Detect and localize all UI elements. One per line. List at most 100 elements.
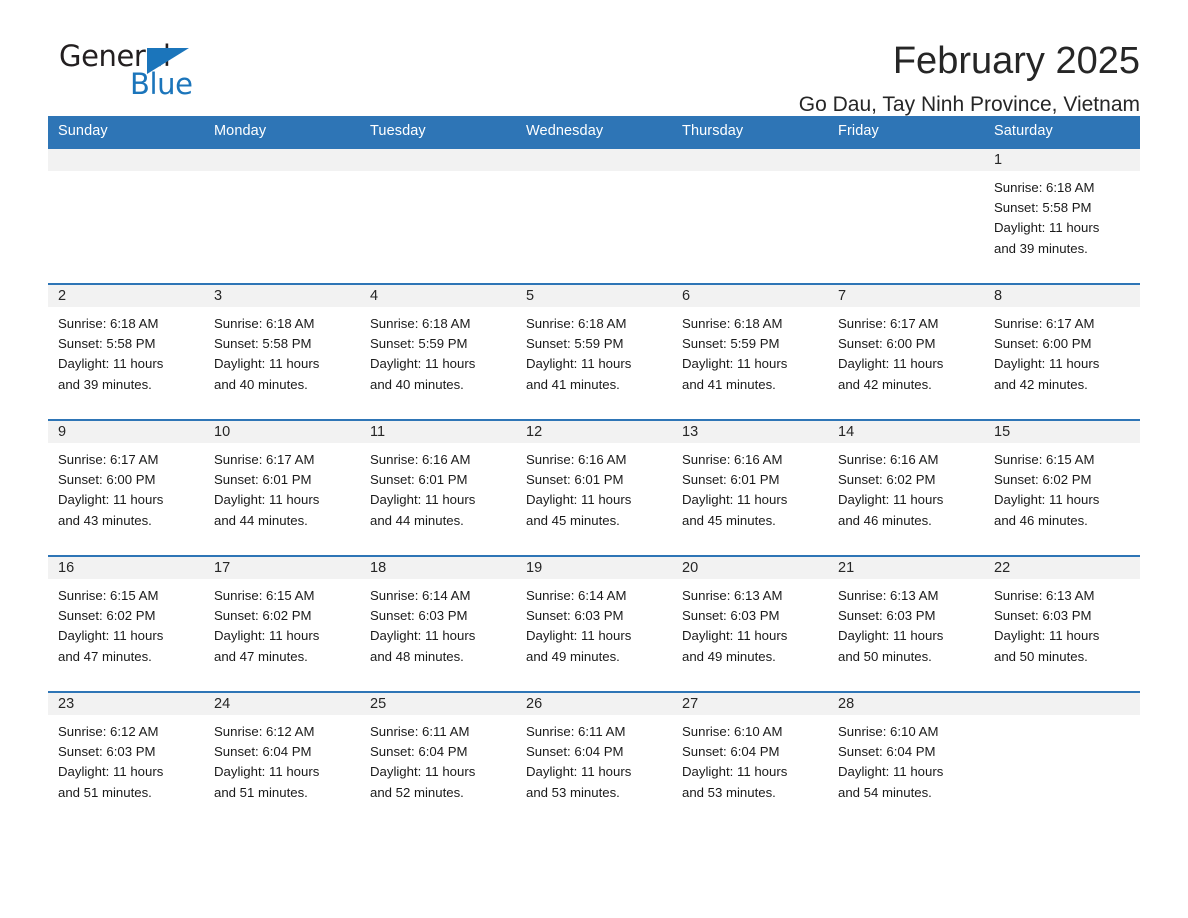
daylight-text-line2: and 41 minutes. <box>682 376 776 392</box>
calendar-cell[interactable]: 10 Sunrise: 6:17 AM Sunset: 6:01 PM Dayligh… <box>204 420 360 556</box>
calendar-cell[interactable]: 1 Sunrise: 6:18 AM Sunset: 5:58 PM Daylight… <box>984 148 1140 284</box>
day-number <box>984 693 1140 715</box>
day-number: 27 <box>672 693 828 715</box>
page-header: General Blue February 2025 Go Dau, Tay N… <box>48 0 1140 116</box>
calendar-cell[interactable]: 13 Sunrise: 6:16 AM Sunset: 6:01 PM Dayligh… <box>672 420 828 556</box>
day-number: 7 <box>828 285 984 307</box>
day-cell: 27 Sunrise: 6:10 AM Sunset: 6:04 PM Dayligh… <box>672 693 828 827</box>
daylight-text-line2: and 45 minutes. <box>682 512 776 528</box>
day-number <box>360 149 516 171</box>
daylight-text-line2: and 44 minutes. <box>214 512 308 528</box>
calendar-cell[interactable]: 17 Sunrise: 6:15 AM Sunset: 6:02 PM Dayligh… <box>204 556 360 692</box>
day-details: Sunrise: 6:18 AM Sunset: 5:59 PM Daylight:… <box>672 307 828 395</box>
sunrise-text: Sunrise: 6:13 AM <box>682 588 783 603</box>
sunrise-text: Sunrise: 6:16 AM <box>682 452 783 467</box>
calendar-cell[interactable]: 20 Sunrise: 6:13 AM Sunset: 6:03 PM Dayligh… <box>672 556 828 692</box>
calendar-week-row: 16 Sunrise: 6:15 AM Sunset: 6:02 PM Dayligh… <box>48 556 1140 692</box>
day-number <box>204 149 360 171</box>
day-number: 16 <box>48 557 204 579</box>
day-details: Sunrise: 6:18 AM Sunset: 5:58 PM Daylight:… <box>48 307 204 395</box>
daylight-text-line1: Daylight: 11 hours <box>214 492 320 508</box>
sunset-text: Sunset: 6:01 PM <box>682 472 780 488</box>
calendar-cell[interactable]: 18 Sunrise: 6:14 AM Sunset: 6:03 PM Dayligh… <box>360 556 516 692</box>
day-cell-empty <box>828 149 984 283</box>
day-details: Sunrise: 6:18 AM Sunset: 5:59 PM Daylight:… <box>360 307 516 395</box>
day-number: 26 <box>516 693 672 715</box>
day-number: 6 <box>672 285 828 307</box>
sunrise-text: Sunrise: 6:17 AM <box>58 452 159 467</box>
day-number: 9 <box>48 421 204 443</box>
calendar-cell[interactable]: 4 Sunrise: 6:18 AM Sunset: 5:59 PM Daylight… <box>360 284 516 420</box>
daylight-text-line2: and 42 minutes. <box>994 376 1088 392</box>
day-cell-empty <box>984 693 1140 827</box>
daylight-text-line2: and 49 minutes. <box>682 648 776 664</box>
sunset-text: Sunset: 6:01 PM <box>370 472 468 488</box>
day-number: 19 <box>516 557 672 579</box>
day-number: 8 <box>984 285 1140 307</box>
calendar-cell[interactable]: 25 Sunrise: 6:11 AM Sunset: 6:04 PM Dayligh… <box>360 692 516 827</box>
calendar-cell[interactable]: 23 Sunrise: 6:12 AM Sunset: 6:03 PM Dayligh… <box>48 692 204 827</box>
day-cell: 26 Sunrise: 6:11 AM Sunset: 6:04 PM Dayligh… <box>516 693 672 827</box>
day-cell: 3 Sunrise: 6:18 AM Sunset: 5:58 PM Daylight… <box>204 285 360 419</box>
sunrise-text: Sunrise: 6:18 AM <box>58 316 159 331</box>
day-cell: 1 Sunrise: 6:18 AM Sunset: 5:58 PM Daylight… <box>984 149 1140 283</box>
calendar-cell[interactable]: 28 Sunrise: 6:10 AM Sunset: 6:04 PM Dayligh… <box>828 692 984 827</box>
daylight-text-line2: and 44 minutes. <box>370 512 464 528</box>
daylight-text-line1: Daylight: 11 hours <box>526 356 632 372</box>
daylight-text-line2: and 48 minutes. <box>370 648 464 664</box>
calendar-cell[interactable]: 15 Sunrise: 6:15 AM Sunset: 6:02 PM Dayligh… <box>984 420 1140 556</box>
daylight-text-line2: and 46 minutes. <box>838 512 932 528</box>
title-block: February 2025 Go Dau, Tay Ninh Province,… <box>198 41 1140 118</box>
daylight-text-line2: and 39 minutes. <box>58 376 152 392</box>
day-number: 4 <box>360 285 516 307</box>
calendar-cell[interactable]: 26 Sunrise: 6:11 AM Sunset: 6:04 PM Dayligh… <box>516 692 672 827</box>
daylight-text-line2: and 53 minutes. <box>682 784 776 800</box>
day-details: Sunrise: 6:17 AM Sunset: 6:00 PM Daylight:… <box>984 307 1140 395</box>
sunset-text: Sunset: 5:59 PM <box>682 336 780 352</box>
calendar-cell[interactable]: 14 Sunrise: 6:16 AM Sunset: 6:02 PM Dayligh… <box>828 420 984 556</box>
day-details: Sunrise: 6:16 AM Sunset: 6:01 PM Daylight:… <box>360 443 516 531</box>
day-details: Sunrise: 6:12 AM Sunset: 6:03 PM Daylight:… <box>48 715 204 803</box>
day-number: 14 <box>828 421 984 443</box>
weekday-header-friday: Friday <box>828 116 984 148</box>
weekday-header-saturday: Saturday <box>984 116 1140 148</box>
weekday-header-monday: Monday <box>204 116 360 148</box>
calendar-cell[interactable]: 9 Sunrise: 6:17 AM Sunset: 6:00 PM Daylight… <box>48 420 204 556</box>
calendar-cell[interactable]: 5 Sunrise: 6:18 AM Sunset: 5:59 PM Daylight… <box>516 284 672 420</box>
calendar-cell[interactable]: 27 Sunrise: 6:10 AM Sunset: 6:04 PM Dayligh… <box>672 692 828 827</box>
day-details: Sunrise: 6:14 AM Sunset: 6:03 PM Daylight:… <box>360 579 516 667</box>
calendar-cell <box>516 148 672 284</box>
day-cell: 18 Sunrise: 6:14 AM Sunset: 6:03 PM Dayligh… <box>360 557 516 691</box>
day-cell: 28 Sunrise: 6:10 AM Sunset: 6:04 PM Dayligh… <box>828 693 984 827</box>
day-number: 13 <box>672 421 828 443</box>
calendar-cell[interactable]: 12 Sunrise: 6:16 AM Sunset: 6:01 PM Dayligh… <box>516 420 672 556</box>
calendar-cell <box>672 148 828 284</box>
daylight-text-line1: Daylight: 11 hours <box>682 356 788 372</box>
calendar-cell[interactable]: 7 Sunrise: 6:17 AM Sunset: 6:00 PM Daylight… <box>828 284 984 420</box>
calendar-cell[interactable]: 24 Sunrise: 6:12 AM Sunset: 6:04 PM Dayligh… <box>204 692 360 827</box>
day-number: 25 <box>360 693 516 715</box>
day-details: Sunrise: 6:15 AM Sunset: 6:02 PM Daylight:… <box>48 579 204 667</box>
sunrise-text: Sunrise: 6:16 AM <box>526 452 627 467</box>
day-cell-empty <box>516 149 672 283</box>
sunset-text: Sunset: 6:04 PM <box>214 744 312 760</box>
generalblue-logo[interactable]: General Blue <box>48 42 198 104</box>
calendar-cell[interactable]: 2 Sunrise: 6:18 AM Sunset: 5:58 PM Daylight… <box>48 284 204 420</box>
calendar-cell[interactable]: 21 Sunrise: 6:13 AM Sunset: 6:03 PM Dayligh… <box>828 556 984 692</box>
daylight-text-line1: Daylight: 11 hours <box>370 628 476 644</box>
daylight-text-line2: and 40 minutes. <box>370 376 464 392</box>
calendar-cell[interactable]: 19 Sunrise: 6:14 AM Sunset: 6:03 PM Dayligh… <box>516 556 672 692</box>
calendar-cell[interactable]: 6 Sunrise: 6:18 AM Sunset: 5:59 PM Daylight… <box>672 284 828 420</box>
calendar-cell <box>360 148 516 284</box>
calendar-cell[interactable]: 16 Sunrise: 6:15 AM Sunset: 6:02 PM Dayligh… <box>48 556 204 692</box>
day-details: Sunrise: 6:10 AM Sunset: 6:04 PM Daylight:… <box>828 715 984 803</box>
daylight-text-line2: and 51 minutes. <box>58 784 152 800</box>
sunset-text: Sunset: 6:03 PM <box>370 608 468 624</box>
calendar-cell[interactable]: 3 Sunrise: 6:18 AM Sunset: 5:58 PM Daylight… <box>204 284 360 420</box>
calendar-cell[interactable]: 8 Sunrise: 6:17 AM Sunset: 6:00 PM Daylight… <box>984 284 1140 420</box>
calendar-cell[interactable]: 11 Sunrise: 6:16 AM Sunset: 6:01 PM Dayligh… <box>360 420 516 556</box>
day-cell: 10 Sunrise: 6:17 AM Sunset: 6:01 PM Dayligh… <box>204 421 360 555</box>
calendar-cell[interactable]: 22 Sunrise: 6:13 AM Sunset: 6:03 PM Dayligh… <box>984 556 1140 692</box>
daylight-text-line2: and 47 minutes. <box>214 648 308 664</box>
day-cell: 2 Sunrise: 6:18 AM Sunset: 5:58 PM Daylight… <box>48 285 204 419</box>
